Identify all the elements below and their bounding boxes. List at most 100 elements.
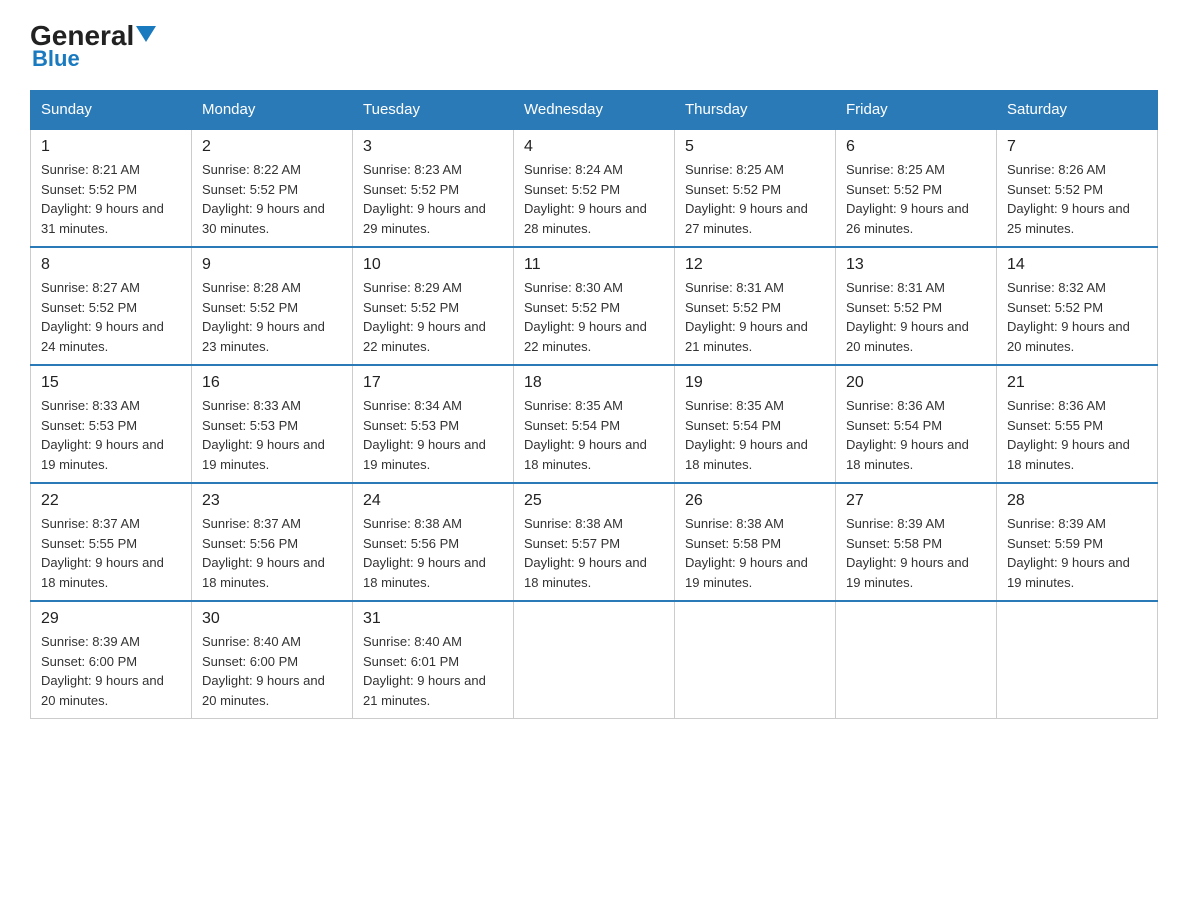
day-number: 26 (685, 492, 825, 510)
column-header-thursday: Thursday (675, 91, 836, 130)
day-number: 25 (524, 492, 664, 510)
calendar-cell: 29 Sunrise: 8:39 AMSunset: 6:00 PMDayligh… (31, 601, 192, 719)
day-info: Sunrise: 8:40 AMSunset: 6:00 PMDaylight:… (202, 632, 342, 710)
day-number: 20 (846, 374, 986, 392)
logo-blue-text: Blue (32, 46, 80, 72)
calendar-cell: 19 Sunrise: 8:35 AMSunset: 5:54 PMDayligh… (675, 365, 836, 483)
day-number: 2 (202, 138, 342, 156)
day-number: 21 (1007, 374, 1147, 392)
day-number: 7 (1007, 138, 1147, 156)
calendar-cell: 31 Sunrise: 8:40 AMSunset: 6:01 PMDayligh… (353, 601, 514, 719)
day-info: Sunrise: 8:21 AMSunset: 5:52 PMDaylight:… (41, 160, 181, 238)
day-info: Sunrise: 8:35 AMSunset: 5:54 PMDaylight:… (685, 396, 825, 474)
calendar-cell (997, 601, 1158, 719)
day-number: 4 (524, 138, 664, 156)
day-info: Sunrise: 8:39 AMSunset: 5:58 PMDaylight:… (846, 514, 986, 592)
day-number: 13 (846, 256, 986, 274)
calendar-cell: 11 Sunrise: 8:30 AMSunset: 5:52 PMDayligh… (514, 247, 675, 365)
day-number: 18 (524, 374, 664, 392)
day-info: Sunrise: 8:36 AMSunset: 5:55 PMDaylight:… (1007, 396, 1147, 474)
day-info: Sunrise: 8:39 AMSunset: 6:00 PMDaylight:… (41, 632, 181, 710)
calendar-cell: 3 Sunrise: 8:23 AMSunset: 5:52 PMDaylight… (353, 129, 514, 247)
day-number: 9 (202, 256, 342, 274)
calendar-cell: 13 Sunrise: 8:31 AMSunset: 5:52 PMDayligh… (836, 247, 997, 365)
day-number: 30 (202, 610, 342, 628)
week-row-4: 22Sunrise: 8:37 AMSunset: 5:55 PMDayligh… (31, 483, 1158, 601)
day-info: Sunrise: 8:37 AMSunset: 5:56 PMDaylight:… (202, 514, 342, 592)
week-row-3: 15 Sunrise: 8:33 AMSunset: 5:53 PMDayligh… (31, 365, 1158, 483)
day-number: 8 (41, 256, 181, 274)
day-number: 23 (202, 492, 342, 510)
column-header-sunday: Sunday (31, 91, 192, 130)
calendar-cell: 14 Sunrise: 8:32 AMSunset: 5:52 PMDayligh… (997, 247, 1158, 365)
calendar-cell: 26 Sunrise: 8:38 AMSunset: 5:58 PMDayligh… (675, 483, 836, 601)
day-info: Sunrise: 8:24 AMSunset: 5:52 PMDaylight:… (524, 160, 664, 238)
day-info: Sunrise: 8:34 AMSunset: 5:53 PMDaylight:… (363, 396, 503, 474)
calendar-cell: 6 Sunrise: 8:25 AMSunset: 5:52 PMDaylight… (836, 129, 997, 247)
day-info: Sunrise: 8:33 AMSunset: 5:53 PMDaylight:… (202, 396, 342, 474)
day-number: 29 (41, 610, 181, 628)
day-info: Sunrise: 8:29 AMSunset: 5:52 PMDaylight:… (363, 278, 503, 356)
calendar-cell: 25Sunrise: 8:38 AMSunset: 5:57 PMDayligh… (514, 483, 675, 601)
calendar-cell: 23 Sunrise: 8:37 AMSunset: 5:56 PMDayligh… (192, 483, 353, 601)
day-number: 1 (41, 138, 181, 156)
day-info: Sunrise: 8:38 AMSunset: 5:58 PMDaylight:… (685, 514, 825, 592)
calendar-cell: 5Sunrise: 8:25 AMSunset: 5:52 PMDaylight… (675, 129, 836, 247)
day-info: Sunrise: 8:22 AMSunset: 5:52 PMDaylight:… (202, 160, 342, 238)
day-info: Sunrise: 8:40 AMSunset: 6:01 PMDaylight:… (363, 632, 503, 710)
calendar-cell: 16 Sunrise: 8:33 AMSunset: 5:53 PMDayligh… (192, 365, 353, 483)
logo-triangle-icon (136, 26, 156, 42)
day-number: 31 (363, 610, 503, 628)
day-info: Sunrise: 8:38 AMSunset: 5:56 PMDaylight:… (363, 514, 503, 592)
page-header: General Blue (30, 20, 1158, 72)
calendar-table: SundayMondayTuesdayWednesdayThursdayFrid… (30, 90, 1158, 719)
day-info: Sunrise: 8:30 AMSunset: 5:52 PMDaylight:… (524, 278, 664, 356)
day-info: Sunrise: 8:31 AMSunset: 5:52 PMDaylight:… (685, 278, 825, 356)
calendar-cell: 22Sunrise: 8:37 AMSunset: 5:55 PMDayligh… (31, 483, 192, 601)
calendar-cell: 2 Sunrise: 8:22 AMSunset: 5:52 PMDaylight… (192, 129, 353, 247)
day-info: Sunrise: 8:35 AMSunset: 5:54 PMDaylight:… (524, 396, 664, 474)
day-number: 27 (846, 492, 986, 510)
calendar-cell: 12Sunrise: 8:31 AMSunset: 5:52 PMDayligh… (675, 247, 836, 365)
week-row-5: 29 Sunrise: 8:39 AMSunset: 6:00 PMDayligh… (31, 601, 1158, 719)
day-info: Sunrise: 8:36 AMSunset: 5:54 PMDaylight:… (846, 396, 986, 474)
calendar-cell: 1 Sunrise: 8:21 AMSunset: 5:52 PMDaylight… (31, 129, 192, 247)
day-info: Sunrise: 8:25 AMSunset: 5:52 PMDaylight:… (685, 160, 825, 238)
calendar-cell: 9Sunrise: 8:28 AMSunset: 5:52 PMDaylight… (192, 247, 353, 365)
day-number: 14 (1007, 256, 1147, 274)
day-info: Sunrise: 8:31 AMSunset: 5:52 PMDaylight:… (846, 278, 986, 356)
calendar-cell: 27 Sunrise: 8:39 AMSunset: 5:58 PMDayligh… (836, 483, 997, 601)
day-info: Sunrise: 8:39 AMSunset: 5:59 PMDaylight:… (1007, 514, 1147, 592)
day-info: Sunrise: 8:32 AMSunset: 5:52 PMDaylight:… (1007, 278, 1147, 356)
column-header-tuesday: Tuesday (353, 91, 514, 130)
day-number: 28 (1007, 492, 1147, 510)
week-row-1: 1 Sunrise: 8:21 AMSunset: 5:52 PMDaylight… (31, 129, 1158, 247)
column-header-monday: Monday (192, 91, 353, 130)
day-number: 3 (363, 138, 503, 156)
calendar-cell (836, 601, 997, 719)
day-info: Sunrise: 8:26 AMSunset: 5:52 PMDaylight:… (1007, 160, 1147, 238)
week-row-2: 8 Sunrise: 8:27 AMSunset: 5:52 PMDaylight… (31, 247, 1158, 365)
calendar-cell: 20 Sunrise: 8:36 AMSunset: 5:54 PMDayligh… (836, 365, 997, 483)
calendar-cell: 4 Sunrise: 8:24 AMSunset: 5:52 PMDaylight… (514, 129, 675, 247)
calendar-cell: 24 Sunrise: 8:38 AMSunset: 5:56 PMDayligh… (353, 483, 514, 601)
day-number: 24 (363, 492, 503, 510)
calendar-cell (514, 601, 675, 719)
calendar-cell: 17 Sunrise: 8:34 AMSunset: 5:53 PMDayligh… (353, 365, 514, 483)
logo: General Blue (30, 20, 156, 72)
day-number: 19 (685, 374, 825, 392)
day-number: 6 (846, 138, 986, 156)
column-header-wednesday: Wednesday (514, 91, 675, 130)
calendar-cell: 18 Sunrise: 8:35 AMSunset: 5:54 PMDayligh… (514, 365, 675, 483)
day-info: Sunrise: 8:37 AMSunset: 5:55 PMDaylight:… (41, 514, 181, 592)
day-info: Sunrise: 8:25 AMSunset: 5:52 PMDaylight:… (846, 160, 986, 238)
day-info: Sunrise: 8:23 AMSunset: 5:52 PMDaylight:… (363, 160, 503, 238)
calendar-cell (675, 601, 836, 719)
day-number: 15 (41, 374, 181, 392)
day-number: 16 (202, 374, 342, 392)
day-number: 11 (524, 256, 664, 274)
day-number: 17 (363, 374, 503, 392)
day-info: Sunrise: 8:27 AMSunset: 5:52 PMDaylight:… (41, 278, 181, 356)
day-info: Sunrise: 8:33 AMSunset: 5:53 PMDaylight:… (41, 396, 181, 474)
column-header-friday: Friday (836, 91, 997, 130)
